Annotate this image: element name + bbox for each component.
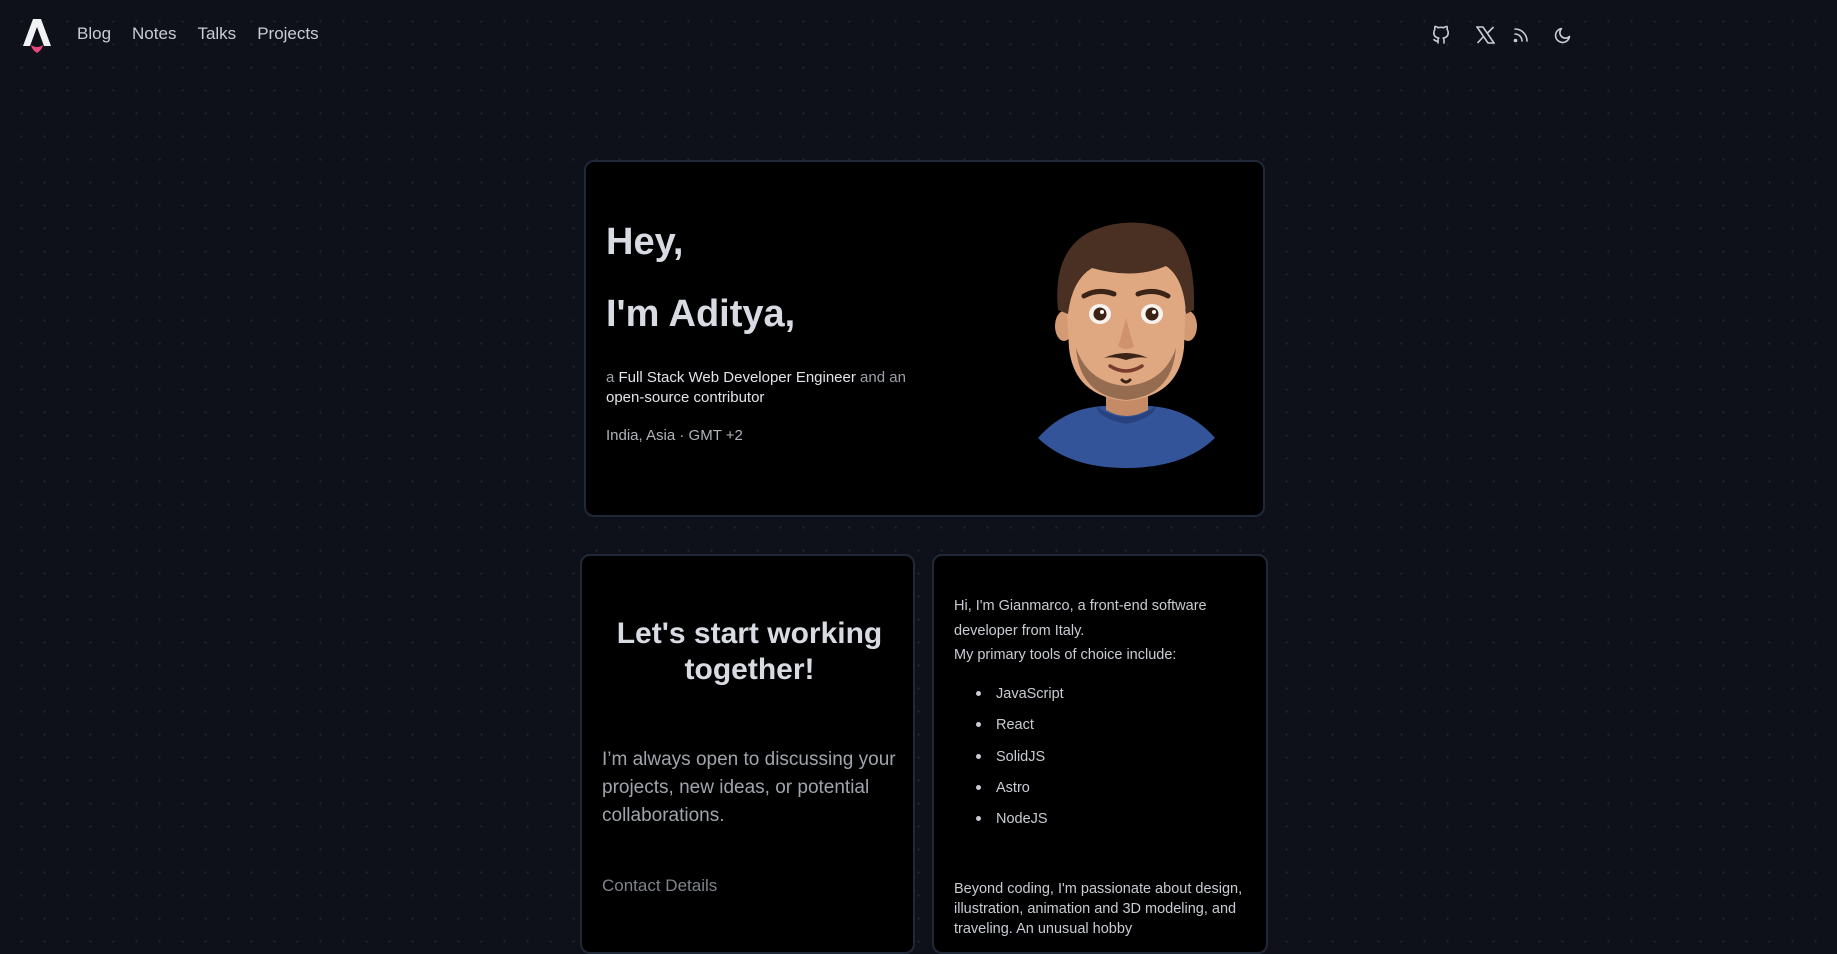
nav-link-talks[interactable]: Talks bbox=[197, 24, 236, 44]
tagline-contributor: open-source contributor bbox=[606, 389, 765, 406]
hero-name: I'm Aditya, bbox=[606, 293, 796, 335]
tagline-role: Full Stack Web Developer Engineer bbox=[618, 369, 856, 386]
tools-list: JavaScript React SolidJS Astro NodeJS bbox=[974, 683, 1064, 839]
list-item: NodeJS bbox=[974, 808, 1064, 839]
about-tools-lead: My primary tools of choice include: bbox=[954, 647, 1177, 663]
nav-link-blog[interactable]: Blog bbox=[77, 24, 111, 44]
contact-details-link[interactable]: Contact Details bbox=[602, 876, 717, 896]
top-nav: Blog Notes Talks Projects bbox=[0, 0, 1837, 72]
tagline-mid: and an bbox=[855, 369, 906, 386]
about-intro: Hi, I'm Gianmarco, a front-end software … bbox=[954, 594, 1250, 668]
about-more: Beyond coding, I'm passionate about desi… bbox=[954, 881, 1243, 937]
avatar bbox=[1038, 222, 1215, 468]
moon-icon[interactable] bbox=[1551, 22, 1575, 48]
about-card: Hi, I'm Gianmarco, a front-end software … bbox=[932, 554, 1268, 954]
list-item: SolidJS bbox=[974, 746, 1064, 777]
nav-links: Blog Notes Talks Projects bbox=[77, 24, 319, 44]
hero-card: Hey, I'm Aditya, a Full Stack Web Develo… bbox=[584, 160, 1265, 517]
hero-tagline: a Full Stack Web Developer Engineer and … bbox=[606, 368, 926, 408]
nav-link-notes[interactable]: Notes bbox=[132, 24, 176, 44]
tagline-prefix: a bbox=[606, 369, 619, 386]
github-icon[interactable] bbox=[1429, 22, 1453, 48]
rss-icon[interactable] bbox=[1509, 22, 1533, 48]
site-logo[interactable] bbox=[22, 18, 52, 54]
work-description: I’m always open to discussing your proje… bbox=[602, 749, 896, 826]
work-together-card: Let's start working together! I’m always… bbox=[580, 554, 915, 954]
nav-link-projects[interactable]: Projects bbox=[257, 24, 318, 44]
hero-greeting: Hey, bbox=[606, 221, 684, 263]
hero-location: India, Asia · GMT +2 bbox=[606, 427, 743, 444]
list-item: JavaScript bbox=[974, 683, 1064, 714]
work-title: Let's start working together! bbox=[616, 617, 883, 686]
list-item: Astro bbox=[974, 777, 1064, 808]
x-icon[interactable] bbox=[1473, 22, 1497, 48]
about-intro-line: Hi, I'm Gianmarco, a front-end software … bbox=[954, 598, 1207, 639]
list-item: React bbox=[974, 714, 1064, 745]
